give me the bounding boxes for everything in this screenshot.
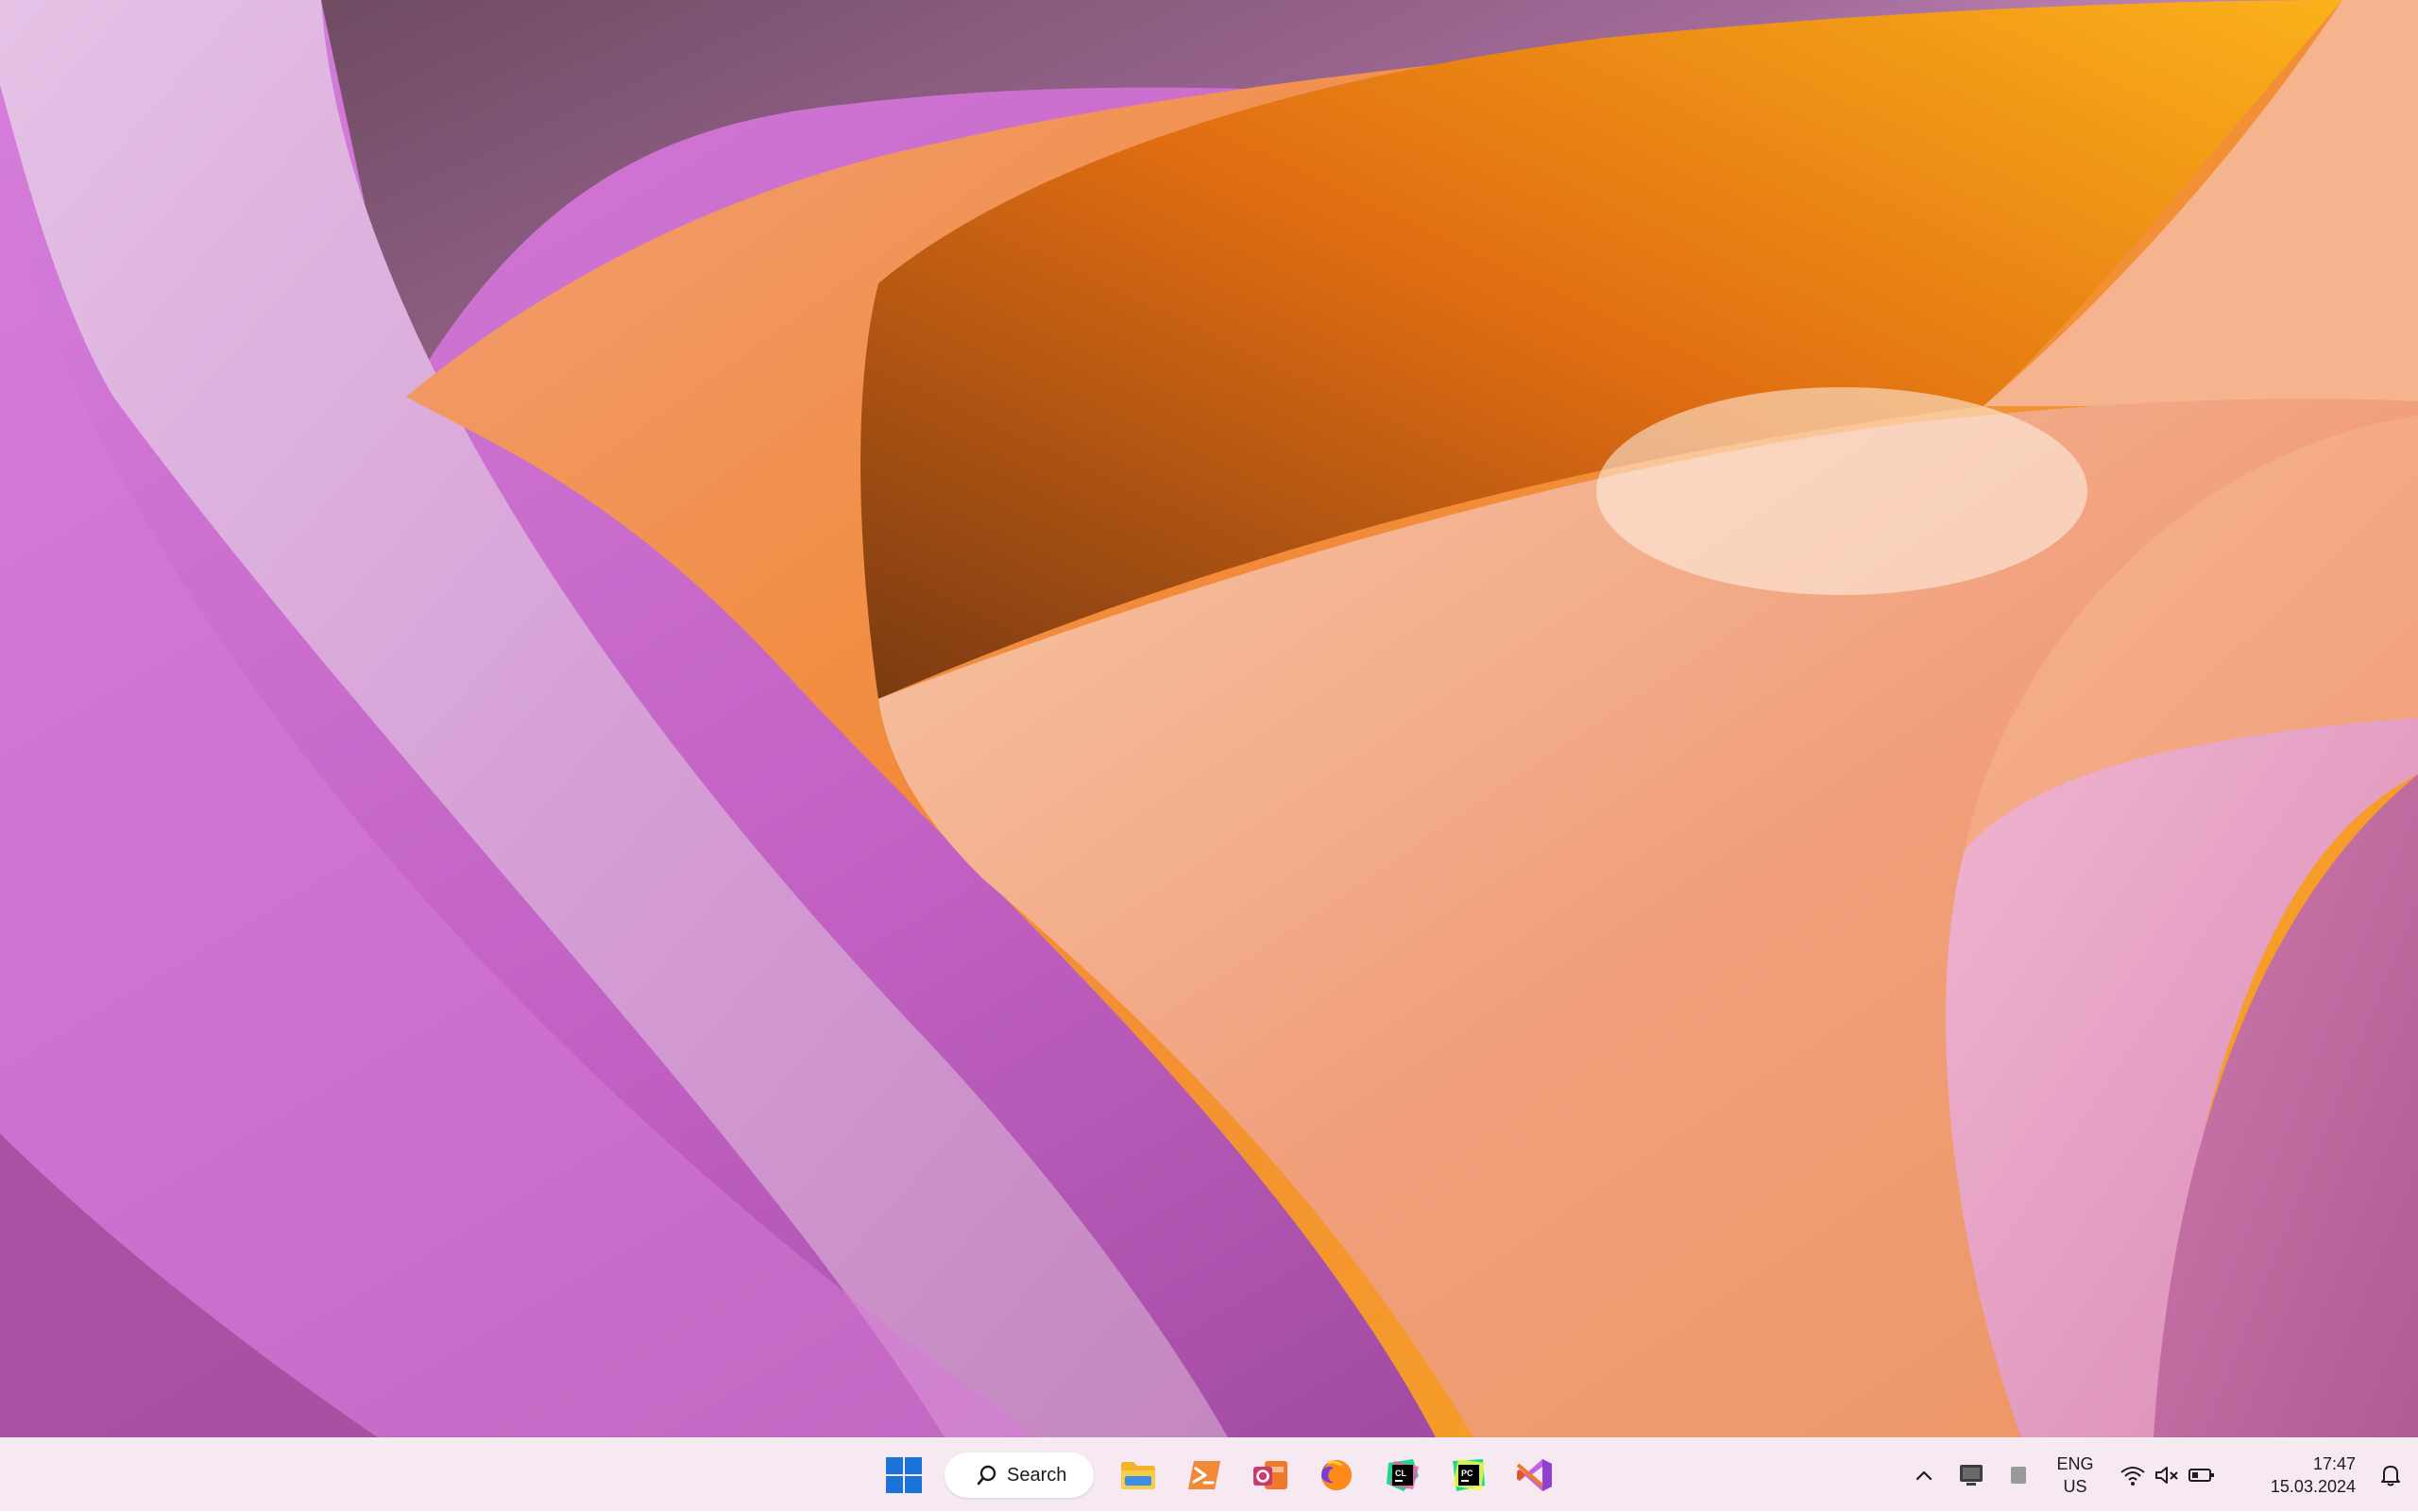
wifi-icon bbox=[2120, 1467, 2145, 1486]
system-tray: ENG US 17:47 15.03.2024 bbox=[1900, 1438, 2418, 1512]
taskbar-app-clion[interactable]: CL bbox=[1373, 1446, 1432, 1504]
chevron-up-icon bbox=[1916, 1470, 1933, 1481]
region-code: US bbox=[2063, 1477, 2087, 1496]
bell-icon bbox=[2381, 1466, 2400, 1487]
visual-studio-icon bbox=[1516, 1459, 1552, 1491]
input-language-indicator[interactable]: ENG US bbox=[2042, 1446, 2108, 1504]
svg-text:CL: CL bbox=[1395, 1469, 1406, 1478]
volume-muted-icon bbox=[2155, 1467, 2178, 1484]
taskbar-app-visual-studio[interactable] bbox=[1506, 1446, 1564, 1504]
notifications-button[interactable] bbox=[2363, 1446, 2418, 1504]
clock-time: 17:47 bbox=[2312, 1454, 2356, 1473]
search-box[interactable]: Search bbox=[945, 1453, 1094, 1498]
clock-button[interactable]: 17:47 15.03.2024 bbox=[2223, 1446, 2363, 1504]
start-button[interactable] bbox=[873, 1446, 935, 1504]
show-hidden-icons-button[interactable] bbox=[1900, 1446, 1948, 1504]
taskbar-app-powershell[interactable] bbox=[1175, 1446, 1234, 1504]
battery-icon bbox=[2188, 1469, 2214, 1482]
clock-date: 15.03.2024 bbox=[2270, 1477, 2356, 1496]
monitor-app-icon bbox=[1960, 1465, 1983, 1486]
windows-logo-icon bbox=[886, 1457, 922, 1493]
taskbar-app-outlook[interactable] bbox=[1241, 1446, 1300, 1504]
wallpaper-art bbox=[0, 0, 2418, 1437]
taskbar-center: Search CL PC bbox=[869, 1438, 1568, 1512]
pycharm-icon: PC bbox=[1453, 1459, 1485, 1491]
taskbar-app-file-explorer[interactable] bbox=[1109, 1446, 1167, 1504]
tray-app-icon-2[interactable] bbox=[1995, 1446, 2042, 1504]
tray-app-icon[interactable] bbox=[1948, 1446, 1995, 1504]
search-icon bbox=[977, 1465, 996, 1486]
folder-icon bbox=[1121, 1462, 1155, 1489]
firefox-icon bbox=[1321, 1460, 1352, 1490]
taskbar: Search CL PC ENG US 17:47 15.03.2024 bbox=[0, 1437, 2418, 1511]
search-label: Search bbox=[1007, 1464, 1067, 1486]
clion-icon: CL bbox=[1387, 1459, 1419, 1491]
gray-square-icon bbox=[2011, 1467, 2026, 1484]
language-code: ENG bbox=[2056, 1454, 2094, 1473]
taskbar-app-pycharm[interactable]: PC bbox=[1439, 1446, 1498, 1504]
taskbar-app-firefox[interactable] bbox=[1307, 1446, 1366, 1504]
outlook-icon bbox=[1253, 1461, 1287, 1489]
svg-text:PC: PC bbox=[1461, 1469, 1473, 1478]
terminal-icon bbox=[1188, 1461, 1220, 1489]
quick-settings-button[interactable] bbox=[2112, 1446, 2223, 1504]
desktop-wallpaper bbox=[0, 0, 2418, 1437]
